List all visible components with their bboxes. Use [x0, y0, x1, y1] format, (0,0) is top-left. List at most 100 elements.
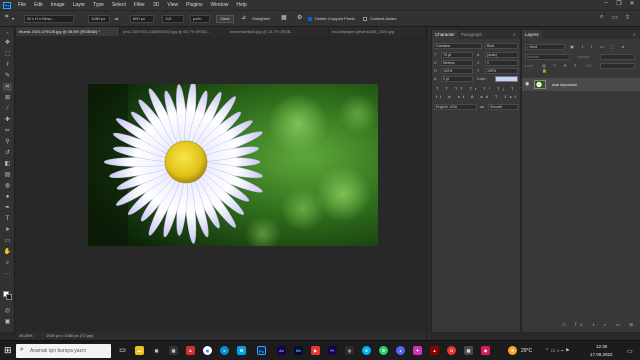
obs-icon[interactable]: ◎ [345, 346, 354, 355]
tab-paragraph[interactable]: Paragraph [458, 30, 485, 39]
menu-help[interactable]: Help [232, 2, 250, 8]
notification-icon[interactable]: ▭ [627, 348, 633, 355]
tracking-input[interactable]: 0 [485, 60, 518, 66]
clock-date[interactable]: 17.09.2022 [590, 352, 613, 357]
whatsapp-icon[interactable]: ✆ [379, 346, 388, 355]
media-app-icon[interactable]: ▶ [311, 346, 320, 355]
dodge-tool-icon[interactable]: ● [3, 193, 12, 201]
screen-mode-icon[interactable]: ▣ [3, 318, 12, 326]
gradient-tool-icon[interactable]: ▤ [3, 171, 12, 179]
tab-character[interactable]: Character [432, 30, 458, 39]
overlay-grid-icon[interactable]: ▦ [281, 14, 287, 21]
fill-input[interactable] [600, 63, 635, 69]
file-explorer-icon[interactable]: ▬ [135, 346, 144, 355]
baseline-shift-input[interactable]: 0 pt [441, 76, 473, 82]
crop-tool-icon[interactable]: ⌗ [5, 14, 8, 21]
layer-actions[interactable]: ⊂ fx ◑ ◐ ▭ ⊞ 🗑 [562, 322, 640, 329]
blur-tool-icon[interactable]: ◍ [3, 182, 12, 190]
content-aware-checkbox[interactable] [363, 17, 367, 21]
background-color-swatch[interactable] [6, 294, 12, 300]
menu-edit[interactable]: Edit [30, 2, 47, 8]
panel-menu-icon[interactable]: ≡ [630, 30, 639, 39]
layer-name[interactable]: Arai Aprosanil [552, 82, 577, 87]
media-encoder-icon[interactable]: Me [294, 346, 303, 355]
menu-layer[interactable]: Layer [69, 2, 90, 8]
clone-stamp-tool-icon[interactable]: ⚲ [3, 138, 12, 146]
document-image[interactable] [88, 84, 378, 246]
tab-document[interactable]: hd-wallpaper-glfwbd2c56_1920.jpg [329, 27, 426, 36]
menu-file[interactable]: File [14, 2, 30, 8]
weather-icon[interactable]: ☀ [508, 346, 517, 355]
quick-mask-icon[interactable]: ◎ [3, 307, 12, 315]
panel-menu-icon[interactable]: ≡ [510, 30, 519, 39]
healing-brush-tool-icon[interactable]: ✚ [3, 116, 12, 124]
type-style-buttons[interactable]: T T TT Tr T¹ T₁ T T [436, 86, 523, 92]
eraser-tool-icon[interactable]: ◧ [3, 160, 12, 168]
delete-cropped-checkbox[interactable] [308, 17, 312, 21]
eyedropper-tool-icon[interactable]: ⁄ [3, 105, 12, 113]
resolution-unit-select[interactable]: px/in [190, 15, 210, 23]
taskbar-search[interactable]: ⌕ Aramak için buraya yazın [16, 344, 111, 358]
move-tool-icon[interactable]: ✥ [3, 39, 12, 47]
after-effects-icon[interactable]: Ae [277, 346, 286, 355]
lasso-tool-icon[interactable]: ℓ [3, 61, 12, 69]
layer-row[interactable]: ◉ Arai Aprosanil [522, 78, 640, 91]
acrobat-icon[interactable]: A [186, 346, 195, 355]
width-input[interactable]: 1280 px [88, 15, 110, 23]
chevron-down-icon[interactable]: ▾ [12, 16, 14, 21]
zoom-tool-icon[interactable]: ⌕ [3, 259, 12, 267]
type-tool-icon[interactable]: T [3, 215, 12, 223]
chrome-icon[interactable]: ◉ [203, 346, 212, 355]
search-icon[interactable]: ⌕ [600, 14, 603, 21]
mail-icon[interactable]: ✉ [237, 346, 246, 355]
language-select[interactable]: English: USA [434, 104, 477, 110]
photoshop-icon[interactable]: Ps [257, 346, 266, 355]
windows-start-icon[interactable]: ⊞ [4, 345, 12, 356]
opera-icon[interactable]: O [447, 346, 456, 355]
edge-icon[interactable]: e [220, 346, 229, 355]
tab-layers[interactable]: Layers [522, 30, 542, 39]
horizontal-scale-input[interactable]: 100% [485, 68, 518, 74]
tab-document-active[interactable]: thumb-1920-479126.jpg @ 45,5% (RGB/8#) * [16, 27, 120, 36]
path-select-tool-icon[interactable]: ➤ [3, 226, 12, 234]
temperature[interactable]: 29°C [521, 348, 532, 354]
menu-view[interactable]: View [163, 2, 182, 8]
pen-tool-icon[interactable]: ✒ [3, 204, 12, 212]
menu-3d[interactable]: 3D [149, 2, 163, 8]
leading-input[interactable]: (Auto) [485, 52, 518, 58]
app-icon[interactable]: ✦ [413, 346, 422, 355]
ratio-select[interactable]: W x H x Reso... [24, 15, 74, 23]
font-style-select[interactable]: Bold [485, 43, 518, 49]
store-icon[interactable]: ▣ [152, 346, 161, 355]
swap-icon[interactable]: ⇄ [115, 16, 118, 21]
share-icon[interactable]: ⇪ [625, 14, 630, 21]
clock-time[interactable]: 12:30 [596, 344, 607, 349]
crop-tool-icon[interactable]: ⌗ [3, 83, 12, 91]
maximize-icon[interactable]: ❐ [613, 0, 625, 7]
straighten-icon[interactable]: ⊿ [241, 14, 246, 21]
document-size[interactable]: 1920 px x 1080 px (72 ppi) [46, 332, 93, 340]
settings-gear-icon[interactable]: ⚙ [297, 14, 302, 21]
hand-tool-icon[interactable]: ✋ [3, 248, 12, 256]
kerning-select[interactable]: Metrics [441, 60, 473, 66]
system-tray-icons[interactable]: ⌃ ▭ ♪ ⌁ ⚑ [545, 348, 569, 354]
app-icon[interactable]: ▦ [169, 346, 178, 355]
app-icon[interactable]: ▤ [464, 346, 473, 355]
skype-icon[interactable]: S [362, 346, 371, 355]
lock-icons[interactable]: ▦ ✎ ✥ ⌗ 🔒 [542, 63, 582, 73]
menu-filter[interactable]: Filter [130, 2, 149, 8]
antialias-select[interactable]: Smooth [488, 104, 518, 110]
tab-document[interactable]: maxresdefault.jpg @ 16,7% (RGB... [227, 27, 329, 36]
app-icon[interactable]: ◆ [481, 346, 490, 355]
quick-select-tool-icon[interactable]: ✎ [3, 72, 12, 80]
opentype-buttons[interactable]: fi ơ st A ad T 1st ½ [436, 94, 526, 100]
font-family-select[interactable]: Candara [434, 43, 482, 49]
menu-window[interactable]: Window [207, 2, 233, 8]
menu-select[interactable]: Select [108, 2, 130, 8]
brush-tool-icon[interactable]: ✏ [3, 127, 12, 135]
frame-tool-icon[interactable]: ⊠ [3, 94, 12, 102]
menu-plugins[interactable]: Plugins [182, 2, 206, 8]
minimize-icon[interactable]: – [600, 0, 612, 6]
task-view-icon[interactable]: ▭ [118, 346, 127, 355]
marquee-tool-icon[interactable]: ⬚ [3, 50, 12, 58]
